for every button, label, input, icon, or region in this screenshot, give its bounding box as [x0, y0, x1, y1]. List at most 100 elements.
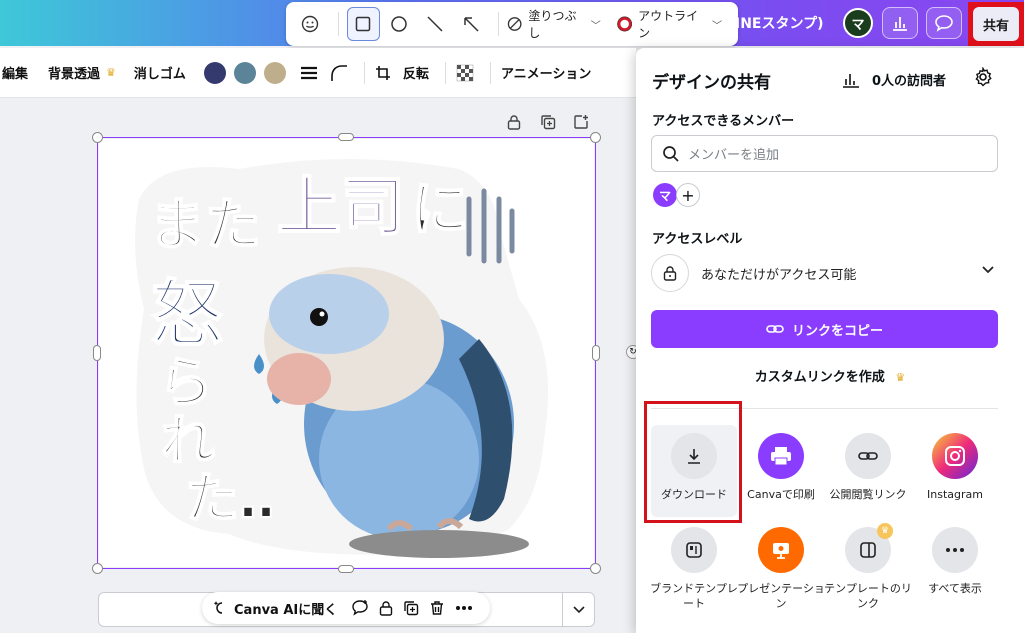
more-options-button[interactable]	[455, 605, 473, 611]
template-link-icon: ♛	[845, 523, 893, 573]
link-icon	[845, 433, 891, 479]
circle-tool[interactable]	[383, 7, 416, 41]
copy-link-label: リンクをコピー	[791, 323, 883, 339]
add-page-button[interactable]	[571, 112, 591, 132]
delete-button[interactable]	[429, 600, 445, 616]
color-swatch[interactable]	[263, 61, 286, 84]
option-label: ブランドテンプレート	[650, 582, 738, 610]
option-label: ダウンロード	[661, 488, 727, 501]
resize-handle[interactable]	[338, 565, 354, 573]
chevron-down-icon: ﹀	[590, 20, 601, 32]
outline-color-icon	[616, 16, 632, 32]
plus-icon: +	[681, 185, 695, 205]
border-style-button[interactable]	[300, 66, 318, 80]
gear-icon	[975, 66, 992, 87]
arrow-tool[interactable]	[454, 7, 487, 41]
member-avatar[interactable]: マ	[653, 183, 677, 207]
selection-frame	[97, 137, 596, 569]
visitor-label: 0人の訪問者	[872, 74, 947, 89]
lock-button[interactable]	[379, 600, 393, 616]
insights-button[interactable]	[882, 7, 918, 39]
print-option[interactable]: Canvaで印刷	[733, 433, 829, 502]
eraser-label: 消しゴム	[133, 67, 186, 82]
access-level-select[interactable]: あなただけがアクセス可能	[651, 253, 1001, 293]
link-icon	[766, 325, 784, 333]
emoji-tool[interactable]	[294, 7, 327, 41]
resize-handle[interactable]	[592, 345, 600, 361]
ask-ai-label[interactable]: Canva AIに聞く	[234, 599, 337, 618]
crown-icon: ♛	[895, 371, 906, 384]
crown-icon: ♛	[877, 523, 893, 539]
separator	[489, 61, 491, 84]
resize-handle[interactable]	[92, 563, 103, 574]
fill-dropdown[interactable]: 塗りつぶし ﹀	[507, 7, 601, 41]
share-button-highlight: 共有	[968, 2, 1024, 46]
resize-handle[interactable]	[338, 133, 354, 141]
printer-icon	[758, 433, 804, 479]
instagram-option[interactable]: Instagram	[907, 433, 1003, 502]
duplicate-button[interactable]	[403, 600, 419, 616]
animation-button[interactable]: アニメーション	[501, 63, 591, 82]
duplicate-icon	[404, 601, 419, 616]
share-button[interactable]: 共有	[973, 7, 1019, 41]
add-member-button[interactable]: +	[676, 183, 700, 207]
arrow-icon	[463, 17, 479, 32]
search-icon	[663, 145, 679, 162]
design-title[interactable]: INEスタンプ)	[735, 13, 823, 33]
separator	[498, 12, 500, 36]
corner-rounding-button[interactable]	[330, 64, 348, 82]
add-comment-button[interactable]	[351, 599, 369, 617]
color-swatch[interactable]	[203, 61, 226, 84]
public-link-option[interactable]: 公開閲覧リンク	[820, 433, 916, 502]
color-swatch[interactable]	[233, 61, 256, 84]
shape-toolbar: 塗りつぶし ﹀ アウトライン ﹀	[286, 2, 738, 46]
transparency-button[interactable]	[456, 64, 474, 82]
outline-dropdown[interactable]: アウトライン ﹀	[616, 7, 722, 41]
option-label: Canvaで印刷	[747, 488, 815, 501]
edit-button[interactable]: 編集	[2, 63, 28, 82]
outline-label: アウトライン	[638, 9, 699, 40]
option-label: すべて表示	[928, 582, 982, 595]
resize-handle[interactable]	[93, 345, 101, 361]
custom-link-label: カスタムリンクを作成	[754, 370, 885, 385]
brand-template-option[interactable]: ブランドテンプレート	[646, 527, 742, 611]
eraser-button[interactable]: 消しゴム	[134, 63, 186, 82]
download-icon	[671, 433, 717, 479]
lock-element-button[interactable]	[504, 112, 524, 132]
download-option[interactable]: ダウンロード	[646, 433, 742, 502]
separator	[444, 61, 446, 84]
line-icon	[427, 16, 443, 32]
copy-link-button[interactable]: リンクをコピー	[651, 310, 998, 348]
ask-ai-button[interactable]	[212, 600, 228, 616]
sparkle-icon	[213, 601, 223, 614]
member-search-input[interactable]: メンバーを追加	[651, 135, 998, 172]
access-heading: アクセスレベル	[652, 232, 743, 247]
remove-bg-button[interactable]: 背景透過 ♛	[48, 63, 116, 82]
line-tool[interactable]	[418, 7, 451, 41]
access-value: あなただけがアクセス可能	[701, 267, 857, 283]
duplicate-icon	[541, 115, 556, 130]
more-icon	[456, 606, 473, 610]
presentation-option[interactable]: プレゼンテーション	[733, 527, 829, 611]
resize-handle[interactable]	[590, 132, 601, 143]
template-link-option[interactable]: ♛ テンプレートのリンク	[820, 523, 916, 611]
element-action-bar: Canva AIに聞く	[202, 592, 490, 624]
no-fill-icon	[507, 17, 522, 31]
duplicate-element-button[interactable]	[538, 112, 558, 132]
visitor-count[interactable]: 0人の訪問者	[842, 70, 946, 89]
lock-icon	[380, 601, 393, 616]
user-avatar[interactable]: マ	[843, 8, 873, 38]
separator	[363, 61, 365, 84]
square-tool[interactable]	[346, 7, 380, 41]
resize-handle[interactable]	[92, 132, 103, 143]
comments-button[interactable]	[926, 7, 962, 39]
crop-button[interactable]	[375, 65, 391, 81]
custom-link-button[interactable]: カスタムリンクを作成 ♛	[636, 366, 1024, 385]
collapse-dropdown[interactable]	[562, 592, 595, 627]
flip-button[interactable]: 反転	[403, 63, 429, 82]
settings-button[interactable]	[973, 66, 993, 91]
resize-handle[interactable]	[590, 563, 601, 574]
panel-title: デザインの共有	[652, 73, 771, 93]
show-all-option[interactable]: すべて表示	[907, 527, 1003, 596]
chevron-down-icon	[573, 605, 585, 613]
